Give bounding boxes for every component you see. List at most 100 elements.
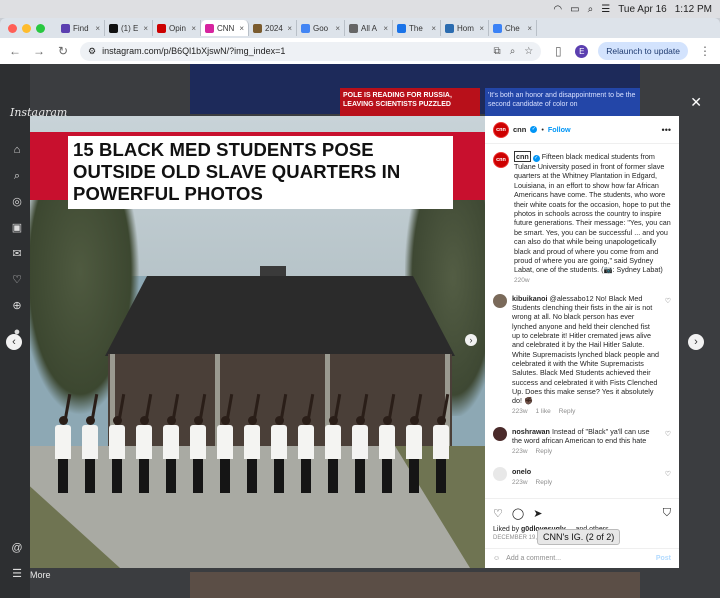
create-icon[interactable]: ⊕ [11,300,23,312]
close-tab-icon[interactable]: × [143,24,148,33]
home-icon[interactable]: ⌂ [11,144,23,156]
follow-button[interactable]: Follow [548,125,571,134]
comment-avatar[interactable] [493,426,507,441]
url-text[interactable]: instagram.com/p/B6Ql1bXjswN/?img_index=1 [102,46,285,56]
instagram-page: POLE IS READING FOR RUSSIA, LEAVING SCIE… [0,64,720,598]
comment-item: onelo 223w Reply ♡ [485,466,679,488]
zoom-icon[interactable]: ⌕ [510,46,516,57]
next-post-icon[interactable]: › [688,334,704,350]
tab-favicon-icon [253,23,262,33]
explore-icon[interactable]: ◎ [11,196,23,208]
profile-avatar[interactable]: E [575,44,589,58]
browser-tab[interactable]: All A × [345,20,393,36]
site-info-icon[interactable]: ⚙ [88,46,96,57]
tab-favicon-icon [61,23,70,33]
threads-icon[interactable]: @ [11,542,23,554]
comment-avatar[interactable] [493,466,507,481]
close-window-button[interactable] [8,23,17,33]
control-center-icon[interactable]: ☰ [601,4,610,15]
reels-icon[interactable]: ▣ [11,222,23,234]
install-app-icon[interactable]: ⧉ [494,46,501,57]
comment-list: kibuikanoi @alessabo12 No! Black Med Stu… [485,293,679,488]
comment-item: kibuikanoi @alessabo12 No! Black Med Stu… [485,293,679,417]
browser-tab[interactable]: The × [393,20,441,36]
close-tab-icon[interactable]: × [479,24,484,33]
close-tab-icon[interactable]: × [431,24,436,33]
comment-text: @alessabo12 No! Black Med Students clenc… [512,293,660,406]
share-icon[interactable]: ➤ [533,507,542,520]
like-icon[interactable]: ♡ [493,507,503,520]
messages-icon[interactable]: ✉ [11,248,23,260]
comment-like-icon[interactable]: ♡ [665,470,671,488]
emoji-icon[interactable]: ☺ [493,555,500,562]
more-label[interactable]: More [30,570,51,580]
tooltip: CNN's IG. (2 of 2) [537,529,621,545]
notifications-icon[interactable]: ♡ [11,274,23,286]
student-figure [298,393,315,493]
bookmark-star-icon[interactable]: ☆ [524,46,533,57]
browser-tab[interactable]: Opin × [153,20,201,36]
browser-tab[interactable]: Find × [57,20,105,36]
zoom-window-button[interactable] [36,23,45,33]
browser-tab[interactable]: Hom × [441,20,489,36]
account-name[interactable]: cnn [513,125,526,134]
browser-tab[interactable]: CNN × [201,20,249,36]
menubar-date[interactable]: Tue Apr 16 [618,4,667,15]
menubar-time[interactable]: 1:12 PM [675,4,712,15]
student-figure [82,393,99,493]
close-tab-icon[interactable]: × [527,24,532,33]
close-tab-icon[interactable]: × [239,24,244,33]
save-icon[interactable]: ⛉ [663,507,671,520]
comment-username[interactable]: noshrawan [512,427,550,436]
caption-username[interactable]: cnn [514,151,531,162]
comment-username[interactable]: onelo [512,467,531,476]
comment-icon[interactable]: ◯ [512,507,524,520]
more-menu-icon[interactable]: ☰ [11,568,23,580]
previous-post-icon[interactable]: ‹ [6,334,22,350]
browser-tab[interactable]: Che × [489,20,537,36]
caption-avatar[interactable]: cnn [493,152,509,168]
comment-like-icon[interactable]: ♡ [665,297,671,417]
close-tab-icon[interactable]: × [287,24,292,33]
tab-label: Che [505,23,520,33]
search-icon[interactable]: ⌕ [588,4,594,15]
close-tab-icon[interactable]: × [95,24,100,33]
back-icon[interactable]: ← [8,44,22,58]
add-comment-input[interactable]: Add a comment... [506,555,561,562]
post-headline: 15 BLACK MED STUDENTS POSE OUTSIDE OLD S… [68,136,453,209]
wifi-icon[interactable]: ◠ [553,4,562,15]
browser-tab[interactable]: 2024 × [249,20,297,36]
search-icon[interactable]: ⌕ [11,170,23,182]
comment-like-icon[interactable]: ♡ [665,430,671,457]
close-icon[interactable]: ✕ [690,94,702,111]
tab-favicon-icon [301,23,310,33]
student-figure [244,393,261,493]
battery-icon[interactable]: ▭ [570,4,579,15]
reload-icon[interactable]: ↻ [56,44,70,58]
minimize-window-button[interactable] [22,23,31,33]
student-figure [379,393,396,493]
comment-avatar[interactable] [493,293,507,308]
close-tab-icon[interactable]: × [335,24,340,33]
close-tab-icon[interactable]: × [191,24,196,33]
side-panel-icon[interactable]: ▯ [551,44,565,58]
carousel-next-icon[interactable]: › [465,334,477,346]
reply-button[interactable]: Reply [559,407,576,416]
more-menu-icon[interactable]: ⋮ [698,44,712,58]
options-icon[interactable]: ••• [662,125,671,135]
post-image[interactable]: 15 BLACK MED STUDENTS POSE OUTSIDE OLD S… [30,116,485,568]
browser-tab[interactable]: Goo × [297,20,345,36]
address-bar[interactable]: ⚙ instagram.com/p/B6Ql1bXjswN/?img_index… [80,41,542,61]
student-figure [271,393,288,493]
close-tab-icon[interactable]: × [383,24,388,33]
comment-username[interactable]: kibuikanoi [512,294,548,303]
reply-button[interactable]: Reply [536,447,553,456]
browser-tab[interactable]: (1) E × [105,20,153,36]
forward-icon[interactable]: → [32,44,46,58]
comment-likes[interactable]: 1 like [536,407,551,416]
student-figure [325,393,342,493]
relaunch-button[interactable]: Relaunch to update [598,42,688,60]
account-avatar[interactable]: cnn [493,121,509,138]
reply-button[interactable]: Reply [536,478,553,487]
post-comment-button[interactable]: Post [656,555,671,562]
